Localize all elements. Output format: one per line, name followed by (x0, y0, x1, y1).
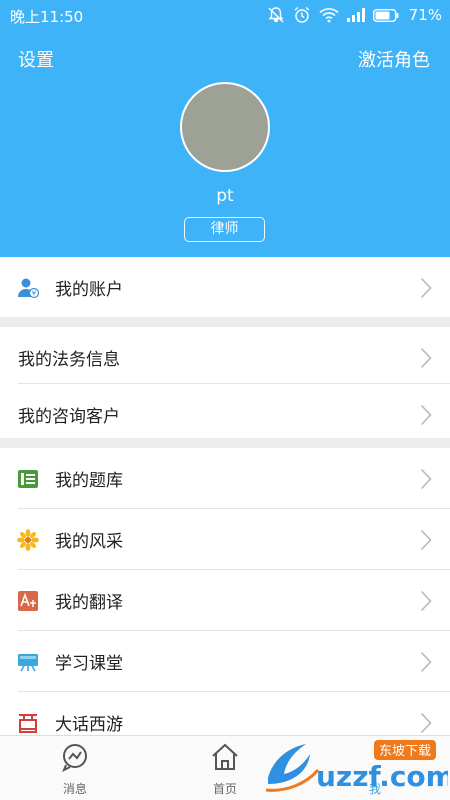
chevron-right-icon (420, 404, 432, 430)
activate-role-button[interactable]: 激活角色 (358, 46, 430, 72)
chevron-right-icon (420, 529, 432, 555)
flower-icon (17, 529, 39, 551)
watermark-logo: uzzf.com 东坡下载 (262, 738, 450, 796)
role-badge[interactable]: 律师 (184, 217, 265, 242)
tab-messages-label: 消息 (62, 782, 87, 796)
profile-header: 晚上11:50 71% 设置 激活角色 pt 律师 (0, 0, 450, 257)
svg-text:¥: ¥ (32, 290, 37, 298)
question-bank-icon (17, 468, 39, 490)
menu-item-question-bank[interactable]: 我的题库 (0, 448, 450, 508)
menu-item-translate[interactable]: 我的翻译 (0, 570, 450, 630)
journey-west-label: 大话西游 (55, 715, 123, 735)
status-bar: 晚上11:50 71% (0, 0, 450, 32)
section-gap (0, 438, 450, 448)
translate-icon (17, 590, 39, 612)
status-time: 晚上11:50 (10, 8, 84, 26)
wifi-icon (319, 7, 339, 23)
battery-icon (372, 8, 399, 22)
menu-item-legal-info[interactable]: 我的法务信息 (0, 327, 450, 387)
tab-messages[interactable]: 消息 (0, 736, 150, 800)
chevron-right-icon (420, 277, 432, 303)
chevron-right-icon (420, 347, 432, 373)
avatar[interactable] (180, 82, 270, 172)
xi-character-icon (17, 712, 39, 734)
account-icon: ¥ (17, 277, 40, 299)
legal-info-label: 我的法务信息 (18, 350, 120, 370)
chevron-right-icon (420, 651, 432, 677)
chevron-right-icon (420, 712, 432, 735)
section-gap (0, 317, 450, 327)
message-bubble-icon (60, 742, 90, 776)
account-label: 我的账户 (55, 280, 123, 300)
home-icon (210, 742, 240, 776)
classroom-icon (17, 651, 39, 673)
mute-bell-icon (267, 6, 285, 24)
settings-button[interactable]: 设置 (18, 46, 54, 72)
style-label: 我的风采 (55, 532, 123, 552)
watermark-sub: 东坡下载 (379, 744, 431, 759)
battery-percent: 71% (408, 6, 442, 24)
username: pt (216, 186, 234, 206)
menu-item-classroom[interactable]: 学习课堂 (0, 631, 450, 691)
status-icons: 71% (267, 4, 442, 26)
translate-label: 我的翻译 (55, 593, 123, 613)
menu-item-journey-west[interactable]: 大话西游 (0, 692, 450, 735)
menu-item-consult-clients[interactable]: 我的咨询客户 (0, 384, 450, 444)
alarm-icon (293, 6, 311, 24)
signal-icon (346, 8, 365, 22)
chevron-right-icon (420, 590, 432, 616)
question-bank-label: 我的题库 (55, 471, 123, 491)
classroom-label: 学习课堂 (55, 654, 123, 674)
chevron-right-icon (420, 468, 432, 494)
watermark-brand: uzzf.com (316, 760, 448, 793)
consult-clients-label: 我的咨询客户 (18, 407, 120, 427)
menu-item-account[interactable]: ¥ 我的账户 (0, 257, 450, 317)
menu-item-style[interactable]: 我的风采 (0, 509, 450, 569)
